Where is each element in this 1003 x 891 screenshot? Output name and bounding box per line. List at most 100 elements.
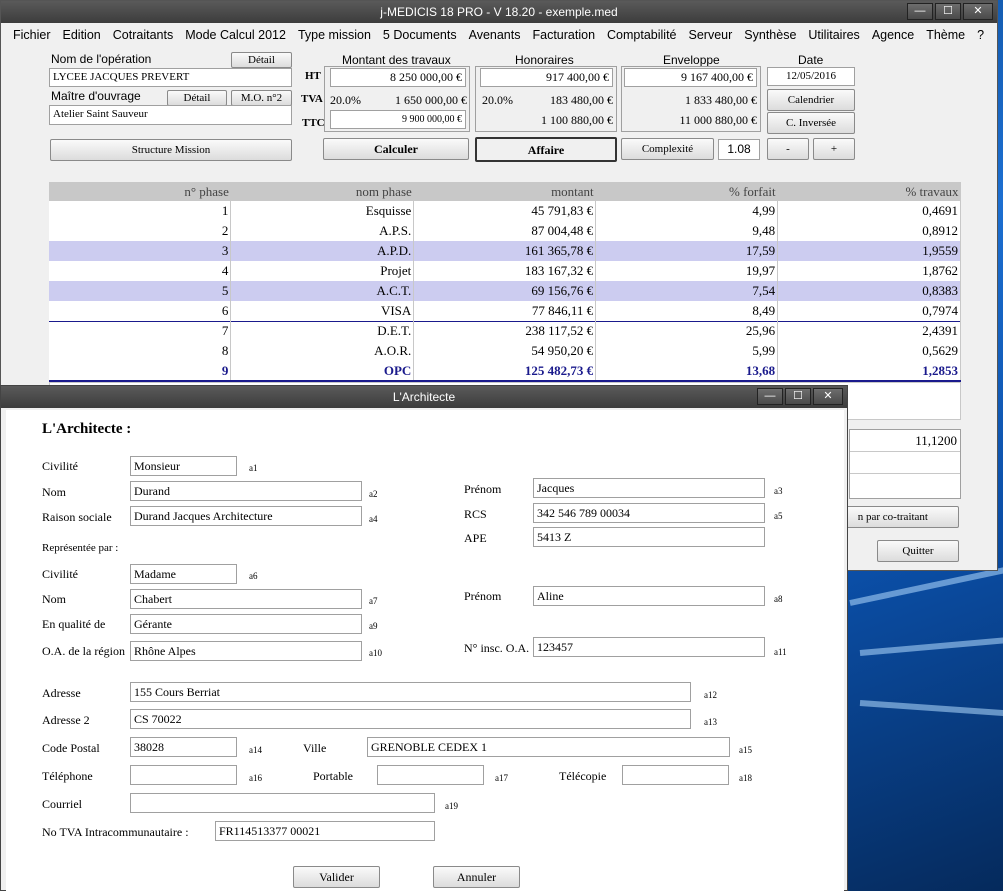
main-titlebar[interactable]: j-MEDICIS 18 PRO - V 18.20 - exemple.med… xyxy=(1,1,997,23)
table-row[interactable]: 7 D.E.T. 238 117,52 €25,96 2,4391 xyxy=(49,320,961,341)
minus-button[interactable]: - xyxy=(767,138,809,160)
qualite-field[interactable]: Gérante xyxy=(130,614,362,634)
menu-edition[interactable]: Edition xyxy=(57,28,107,42)
menu-documents[interactable]: 5 Documents xyxy=(377,28,463,42)
menu-type-mission[interactable]: Type mission xyxy=(292,28,377,42)
dialog-maximize-button[interactable]: ☐ xyxy=(785,388,811,405)
plus-button[interactable]: + xyxy=(813,138,855,160)
telephone-field[interactable] xyxy=(130,765,237,785)
tva-intracom-field[interactable]: FR114513377 00021 xyxy=(215,821,435,841)
menu-comptabilite[interactable]: Comptabilité xyxy=(601,28,682,42)
raison-sociale-field[interactable]: Durand Jacques Architecture xyxy=(130,506,362,526)
ape-field[interactable]: 5413 Z xyxy=(533,527,765,547)
complexite-button[interactable]: Complexité xyxy=(621,138,714,160)
menu-avenants[interactable]: Avenants xyxy=(463,28,527,42)
civilite-field[interactable]: Monsieur xyxy=(130,456,237,476)
nom-field[interactable]: Durand xyxy=(130,481,362,501)
menu-cotraitants[interactable]: Cotraitants xyxy=(107,28,179,42)
col-header-forfait[interactable]: % forfait xyxy=(595,182,778,201)
menu-fichier[interactable]: Fichier xyxy=(7,28,57,42)
date-field[interactable]: 12/05/2016 xyxy=(767,67,855,86)
cell: OPC xyxy=(230,361,415,382)
portable-field[interactable] xyxy=(377,765,484,785)
table-row[interactable]: 6 VISA 77 846,11 €8,49 0,7974 xyxy=(49,301,961,321)
adresse2-field[interactable]: CS 70022 xyxy=(130,709,691,729)
ville-field[interactable]: GRENOBLE CEDEX 1 xyxy=(367,737,730,757)
table-row[interactable]: 4 Projet 183 167,32 €19,97 1,8762 xyxy=(49,261,961,281)
summary-row xyxy=(850,452,960,474)
menu-help[interactable]: ? xyxy=(971,28,990,42)
col-header-phase-no[interactable]: n° phase xyxy=(49,182,231,201)
valider-button[interactable]: Valider xyxy=(293,866,380,888)
oa-region-field[interactable]: Rhône Alpes xyxy=(130,641,362,661)
minimize-button[interactable]: — xyxy=(907,3,933,20)
table-row[interactable]: 5 A.C.T. 69 156,76 €7,54 0,8383 xyxy=(49,281,961,301)
rep-civilite-field[interactable]: Madame xyxy=(130,564,237,584)
montant-ht-field[interactable]: 8 250 000,00 € xyxy=(330,68,466,87)
honoraires-ht-field[interactable]: 917 400,00 € xyxy=(480,68,613,87)
field-code: a9 xyxy=(369,621,378,631)
calculer-button[interactable]: Calculer xyxy=(323,138,469,160)
rcs-field[interactable]: 342 546 789 00034 xyxy=(533,503,765,523)
cell: 1,8762 xyxy=(777,261,961,281)
table-row[interactable]: 8 A.O.R. 54 950,20 €5,99 0,5629 xyxy=(49,341,961,361)
col-header-travaux[interactable]: % travaux xyxy=(777,182,961,201)
prenom-field[interactable]: Jacques xyxy=(533,478,765,498)
cell: 77 846,11 € xyxy=(413,301,597,321)
complexite-field[interactable]: 1.08 xyxy=(718,139,760,160)
col-header-montant[interactable]: montant xyxy=(413,182,596,201)
menu-synthese[interactable]: Synthèse xyxy=(738,28,802,42)
enveloppe-ht-field[interactable]: 9 167 400,00 € xyxy=(624,68,757,87)
rcs-label: RCS xyxy=(464,507,487,521)
menu-theme[interactable]: Thème xyxy=(920,28,971,42)
table-row[interactable]: 3 A.P.D. 161 365,78 €17,59 1,9559 xyxy=(49,241,961,261)
courriel-field[interactable] xyxy=(130,793,435,813)
mo2-button[interactable]: M.O. n°2 xyxy=(231,90,292,106)
cell: VISA xyxy=(230,301,415,321)
cell: 69 156,76 € xyxy=(413,281,597,301)
cell: 9 xyxy=(49,361,232,382)
quitter-button[interactable]: Quitter xyxy=(877,540,959,562)
menu-mode-calcul[interactable]: Mode Calcul 2012 xyxy=(179,28,292,42)
code-postal-field[interactable]: 38028 xyxy=(130,737,237,757)
honoraires-tva-value: 183 480,00 € xyxy=(550,93,613,107)
insc-oa-field[interactable]: 123457 xyxy=(533,637,765,657)
calendrier-button[interactable]: Calendrier xyxy=(767,89,855,111)
menu-serveur[interactable]: Serveur xyxy=(683,28,739,42)
cell: A.C.T. xyxy=(230,281,415,301)
cotraitant-button[interactable]: n par co-traitant xyxy=(831,506,959,528)
rep-nom-field[interactable]: Chabert xyxy=(130,589,362,609)
affaire-button[interactable]: Affaire xyxy=(475,137,617,162)
dialog-titlebar[interactable]: L'Architecte — ☐ ✕ xyxy=(1,386,847,408)
maitre-ouvrage-field[interactable]: Atelier Saint Sauveur xyxy=(49,105,292,125)
cell: 2,4391 xyxy=(777,320,961,341)
cell: 6 xyxy=(49,301,232,321)
close-button[interactable]: ✕ xyxy=(963,3,993,20)
inverse-button[interactable]: C. Inversée xyxy=(767,112,855,134)
table-row[interactable]: 1 Esquisse 45 791,83 €4,99 0,4691 xyxy=(49,201,961,221)
operation-name-field[interactable]: LYCEE JACQUES PREVERT xyxy=(49,68,292,87)
operation-label: Nom de l'opération xyxy=(51,52,152,66)
col-header-phase-name[interactable]: nom phase xyxy=(230,182,414,201)
annuler-button[interactable]: Annuler xyxy=(433,866,520,888)
telecopie-field[interactable] xyxy=(622,765,729,785)
adresse-field[interactable]: 155 Cours Berriat xyxy=(130,682,691,702)
dialog-minimize-button[interactable]: — xyxy=(757,388,783,405)
cell: 87 004,48 € xyxy=(413,221,597,241)
menu-utilitaires[interactable]: Utilitaires xyxy=(802,28,865,42)
montant-ttc-field[interactable]: 9 900 000,00 € xyxy=(330,110,466,129)
operation-detail-button[interactable]: Détail xyxy=(231,52,292,68)
table-row-total[interactable]: 9 OPC 125 482,73 €13,68 1,2853 xyxy=(49,361,961,382)
maitre-detail-button[interactable]: Détail xyxy=(167,90,227,106)
dialog-title: L'Architecte xyxy=(392,390,456,404)
dialog-close-button[interactable]: ✕ xyxy=(813,388,843,405)
cell: 5,99 xyxy=(595,341,779,361)
menu-agence[interactable]: Agence xyxy=(866,28,920,42)
maximize-button[interactable]: ☐ xyxy=(935,3,961,20)
structure-mission-button[interactable]: Structure Mission xyxy=(50,139,292,161)
civilite-label: Civilité xyxy=(42,459,78,473)
rep-prenom-field[interactable]: Aline xyxy=(533,586,765,606)
menu-facturation[interactable]: Facturation xyxy=(526,28,601,42)
table-row[interactable]: 2 A.P.S. 87 004,48 €9,48 0,8912 xyxy=(49,221,961,241)
cell: 5 xyxy=(49,281,232,301)
